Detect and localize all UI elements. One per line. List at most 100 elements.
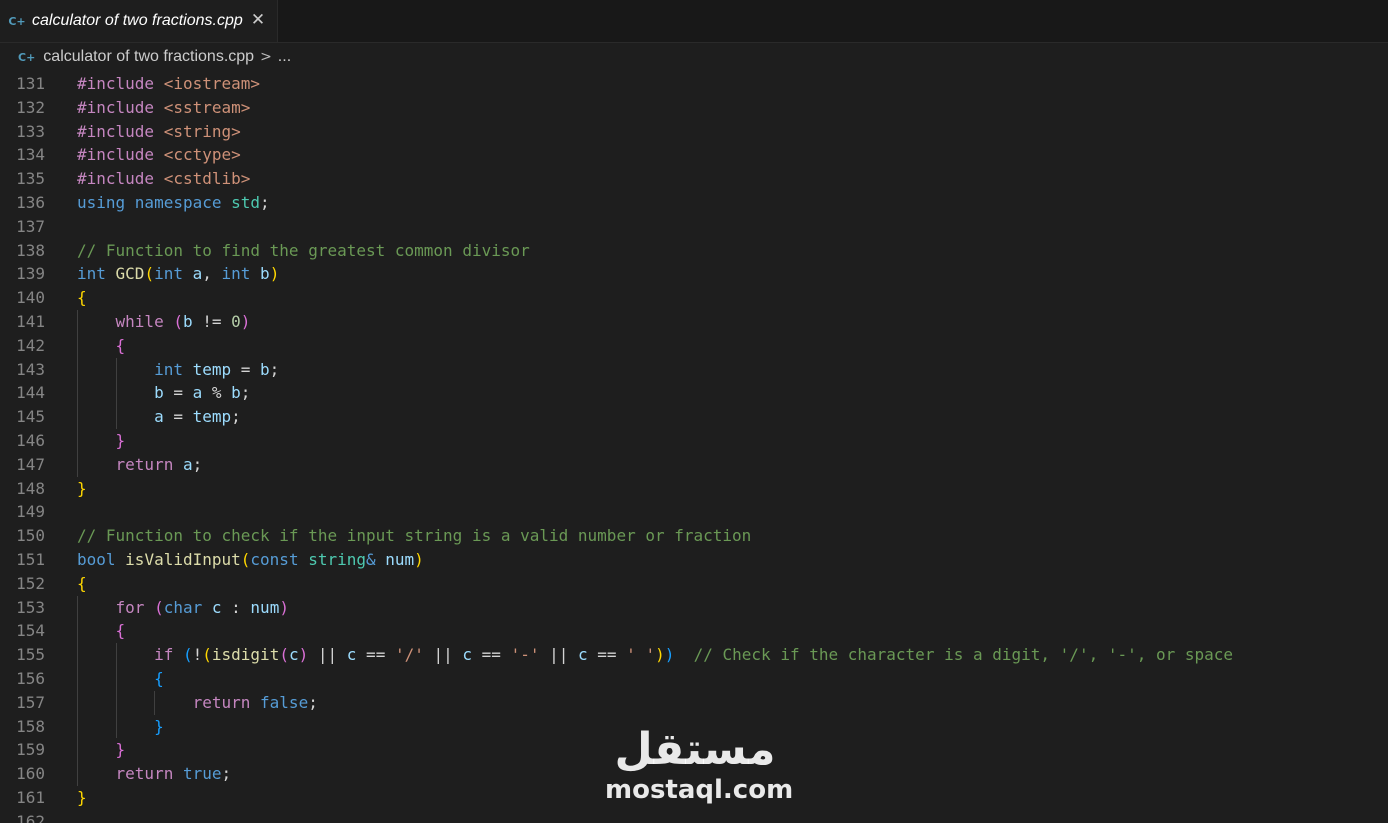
code-token: num <box>385 550 415 569</box>
code-line[interactable]: 155 if (!(isdigit(c) || c == '/' || c ==… <box>0 643 1388 667</box>
code-token: string <box>308 550 366 569</box>
code-token: #include <box>77 121 164 141</box>
code-token: b <box>260 264 270 284</box>
code-line[interactable]: 141 while (b != 0) <box>0 310 1388 334</box>
line-number: 142 <box>16 335 45 355</box>
code-token: // Check if the character is a digit, '/… <box>693 645 1234 665</box>
code-line[interactable]: 134 #include <cctype> <box>0 143 1388 167</box>
code-token: false <box>260 692 309 712</box>
code-line[interactable]: 131 #include <iostream> <box>0 72 1388 96</box>
code-token: || <box>539 645 578 665</box>
code-token: <iostream> <box>163 74 261 93</box>
code-text: } <box>77 786 87 810</box>
code-line[interactable]: 157 return false; <box>0 691 1388 715</box>
code-line[interactable]: 142 { <box>0 334 1388 358</box>
tab-calculator-cpp[interactable]: C+ calculator of two fractions.cpp ✕ <box>0 0 278 42</box>
code-line[interactable]: 156 { <box>0 667 1388 691</box>
line-number: 140 <box>16 288 45 308</box>
line-number: 141 <box>16 312 45 331</box>
code-token: '-' <box>510 645 540 665</box>
code-text: return false; <box>77 691 318 715</box>
code-text: // Function to find the greatest common … <box>77 239 530 263</box>
code-token: ) <box>269 264 280 284</box>
code-token: { <box>77 288 87 308</box>
code-line[interactable]: 144 b = a % b; <box>0 381 1388 405</box>
line-number: 162 <box>16 811 45 823</box>
chevron-right-icon: > <box>260 49 272 65</box>
code-token: c <box>462 645 473 665</box>
code-token: } <box>115 431 126 450</box>
code-line[interactable]: 139 int GCD(int a, int b) <box>0 262 1388 286</box>
code-text: bool isValidInput(const string& num) <box>77 548 424 572</box>
line-number: 143 <box>16 359 45 379</box>
code-text: { <box>77 667 164 691</box>
code-token: a <box>192 264 203 284</box>
code-token: num <box>250 597 280 617</box>
code-text: int temp = b; <box>77 358 279 382</box>
close-icon[interactable]: ✕ <box>249 11 267 29</box>
line-number: 135 <box>16 169 45 189</box>
line-number: 151 <box>16 550 45 569</box>
code-text: } <box>77 477 87 501</box>
code-line[interactable]: 138 // Function to find the greatest comm… <box>0 239 1388 263</box>
code-token: ) <box>664 645 675 665</box>
code-line[interactable]: 162 <box>0 810 1388 823</box>
code-line[interactable]: 150 // Function to check if the input str… <box>0 524 1388 548</box>
code-token: , <box>202 264 222 284</box>
code-token: // Function to find the greatest common … <box>77 240 530 260</box>
code-line[interactable]: 154 { <box>0 619 1388 643</box>
code-line[interactable]: 137 <box>0 215 1388 239</box>
code-line[interactable]: 145 a = temp; <box>0 405 1388 429</box>
tab-bar: C+ calculator of two fractions.cpp ✕ <box>0 0 1388 43</box>
code-line[interactable]: 151 bool isValidInput(const string& num) <box>0 548 1388 572</box>
line-number: 152 <box>16 573 45 593</box>
code-token: temp <box>192 359 232 379</box>
code-token: using <box>77 193 135 212</box>
breadcrumb-file[interactable]: calculator of two fractions.cpp <box>43 48 254 66</box>
code-editor[interactable]: 131 #include <iostream> 132 #include <sstre… <box>0 72 1388 823</box>
code-line[interactable]: 143 int temp = b; <box>0 358 1388 382</box>
code-token: ; <box>308 692 318 712</box>
code-line[interactable]: 132 #include <sstream> <box>0 96 1388 120</box>
line-number: 136 <box>16 193 45 212</box>
mostaql-watermark: مستقل mostaql.com <box>605 725 793 810</box>
line-number: 133 <box>16 121 45 141</box>
code-token: != <box>192 312 232 331</box>
code-line[interactable]: 133 #include <string> <box>0 120 1388 144</box>
line-number: 132 <box>16 97 45 117</box>
line-number: 153 <box>16 597 45 617</box>
code-line[interactable]: 146 } <box>0 429 1388 453</box>
code-token: true <box>182 764 222 784</box>
code-token: namespace <box>134 193 232 212</box>
line-number: 144 <box>16 383 45 403</box>
code-text: { <box>77 334 126 358</box>
code-token: for <box>115 597 155 617</box>
code-token: { <box>154 669 164 688</box>
code-text: if (!(isdigit(c) || c == '/' || c == '-'… <box>77 643 1233 667</box>
code-line[interactable]: 149 <box>0 500 1388 524</box>
code-token: return <box>115 454 183 474</box>
code-line[interactable]: 152 { <box>0 572 1388 596</box>
code-token: = <box>163 383 193 403</box>
line-number: 131 <box>16 74 45 93</box>
code-token: a <box>154 407 164 427</box>
code-line[interactable]: 153 for (char c : num) <box>0 596 1388 620</box>
code-line[interactable]: 140 { <box>0 286 1388 310</box>
code-line[interactable]: 148} <box>0 477 1388 501</box>
code-token: } <box>77 478 87 498</box>
code-line[interactable]: 136 using namespace std; <box>0 191 1388 215</box>
line-number: 150 <box>16 526 45 546</box>
breadcrumb-symbols[interactable]: ... <box>278 48 291 66</box>
code-token: ) <box>279 597 289 617</box>
line-number: 154 <box>16 621 45 641</box>
code-line[interactable]: 147 return a; <box>0 453 1388 477</box>
code-text: #include <string> <box>77 120 241 144</box>
code-text: } <box>77 738 126 762</box>
code-line[interactable]: 135 #include <cstdlib> <box>0 167 1388 191</box>
line-number: 145 <box>16 407 45 427</box>
